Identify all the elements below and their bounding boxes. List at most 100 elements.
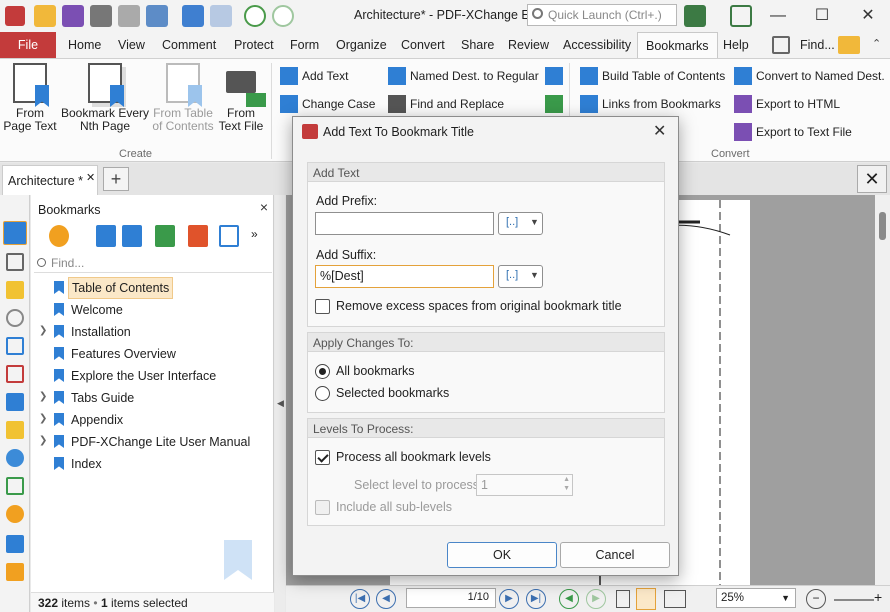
scan-icon[interactable] [146,5,168,27]
bookmark-every-nth-page-button[interactable]: Bookmark Every Nth Page [60,63,150,133]
quick-launch-input[interactable]: Quick Launch (Ctrl+.) [527,4,677,26]
more-icon[interactable]: » [251,227,258,241]
options-icon[interactable] [49,225,69,247]
maximize-button[interactable]: ☐ [800,0,844,32]
labels-icon[interactable] [6,535,24,553]
from-text-file-button[interactable]: From Text File [216,63,266,133]
comments-icon[interactable] [6,281,24,299]
tab-accessibility[interactable]: Accessibility [555,32,639,58]
close-button[interactable]: ✕ [846,0,890,32]
doc-tab-architecture[interactable]: Architecture * ✕ [2,165,98,195]
settings-icon[interactable] [684,5,706,27]
folder-icon[interactable] [838,36,860,54]
close-tab-icon[interactable]: ✕ [86,171,95,184]
continuous-page-icon[interactable] [636,588,656,610]
tab-review[interactable]: Review [500,32,557,58]
list-item[interactable]: Index [31,453,274,475]
minimize-button[interactable]: — [756,0,800,32]
new-bookmark-icon[interactable] [155,225,175,247]
tab-comment[interactable]: Comment [154,32,224,58]
fullscreen-icon[interactable] [730,5,752,27]
page-number-input[interactable]: 1/10 [406,588,496,608]
selected-bookmarks-radio[interactable] [315,386,330,401]
prefix-macro-button[interactable]: [..] ▼ [498,212,543,235]
list-item[interactable]: ❯ Installation [31,321,274,343]
ribbon-find-button[interactable]: Find... [792,32,843,58]
chevron-right-icon[interactable]: ❯ [39,431,47,451]
process-all-levels-checkbox[interactable] [315,450,330,465]
cancel-button[interactable]: Cancel [560,542,670,568]
first-page-icon[interactable]: |◀ [350,589,370,609]
tab-form[interactable]: Form [282,32,327,58]
tab-organize[interactable]: Organize [328,32,395,58]
spin-down-icon[interactable]: ▼ [563,485,570,492]
delete-icon[interactable] [188,225,208,247]
attachments-icon[interactable] [6,309,24,327]
tab-share[interactable]: Share [453,32,502,58]
prev-view-icon[interactable]: ◀ [559,589,579,609]
email-icon[interactable] [118,5,140,27]
order-icon[interactable] [6,563,24,581]
next-view-icon[interactable]: ▶ [586,589,606,609]
links-from-bookmarks-button[interactable]: Links from Bookmarks [578,93,721,115]
zoom-out-icon[interactable]: − [806,589,826,609]
structure-icon[interactable] [6,477,24,495]
list-item[interactable]: Features Overview [31,343,274,365]
from-page-text-button[interactable]: From Page Text [2,63,58,133]
signatures-icon[interactable] [6,365,24,383]
back-icon[interactable] [244,5,266,27]
tab-view[interactable]: View [110,32,153,58]
next-page-icon[interactable]: ▶ [499,589,519,609]
chevron-right-icon[interactable]: ❯ [39,409,47,429]
layers-icon[interactable] [6,393,24,411]
tab-convert[interactable]: Convert [393,32,453,58]
remove-spaces-checkbox[interactable] [315,299,330,314]
single-page-icon[interactable] [616,590,630,608]
include-sub-levels-checkbox[interactable] [315,500,330,515]
tab-home[interactable]: Home [60,32,109,58]
build-table-of-contents-button[interactable]: Build Table of Contents [578,65,725,87]
thumbnails-icon[interactable] [6,253,24,271]
list-item[interactable]: ❯ Tabs Guide [31,387,274,409]
bookmarks-panel-icon[interactable] [3,221,27,245]
collapse-ribbon-icon[interactable]: ⌃ [872,37,881,50]
named-dest-to-regular-button[interactable]: Named Dest. to Regular [386,65,539,87]
close-document-button[interactable]: ✕ [857,165,887,193]
add-text-button[interactable]: Add Text [278,65,348,87]
suffix-input[interactable]: %[Dest] [315,265,494,288]
forward-icon[interactable] [272,5,294,27]
prefix-input[interactable] [315,212,494,235]
vertical-scrollbar[interactable] [875,195,890,585]
export-to-html-button[interactable]: Export to HTML [732,93,840,115]
scrollbar-thumb[interactable] [879,212,886,240]
last-page-icon[interactable]: ▶| [526,589,546,609]
tab-help[interactable]: Help [715,32,757,58]
tab-protect[interactable]: Protect [226,32,282,58]
list-item[interactable]: Welcome [31,299,274,321]
list-item[interactable]: Explore the User Interface [31,365,274,387]
facing-pages-icon[interactable] [664,590,686,608]
zoom-in-icon[interactable]: + [874,589,888,609]
suffix-macro-button[interactable]: [..] ▼ [498,265,543,288]
bookmarks-find-input[interactable]: Find... [34,253,272,273]
from-table-of-contents-button[interactable]: From Table of Contents [152,63,214,133]
print-icon[interactable] [90,5,112,27]
tab-file[interactable]: File [0,32,56,58]
find-and-replace-button[interactable]: Find and Replace [386,93,504,115]
collapse-panel-icon[interactable]: ◀ [277,398,284,409]
list-item[interactable]: ❯ PDF-XChange Lite User Manual [31,431,274,453]
spin-up-icon[interactable]: ▲ [563,476,570,483]
convert-to-named-dest-button[interactable]: Convert to Named Dest. [732,65,885,87]
add-bookmark-icon[interactable] [96,225,116,247]
save-icon[interactable] [62,5,84,27]
links-icon[interactable] [6,505,24,523]
new-tab-button[interactable]: + [103,167,129,191]
bookmark-props-icon[interactable] [545,67,563,85]
list-item[interactable]: Table of Contents [31,277,274,299]
undo-icon[interactable] [182,5,204,27]
ok-button[interactable]: OK [447,542,557,568]
properties-icon[interactable] [219,225,239,247]
level-spinner[interactable]: 1 ▲ ▼ [476,474,573,496]
chevron-down-icon[interactable]: ▼ [781,593,790,603]
content-icon[interactable] [6,337,24,355]
